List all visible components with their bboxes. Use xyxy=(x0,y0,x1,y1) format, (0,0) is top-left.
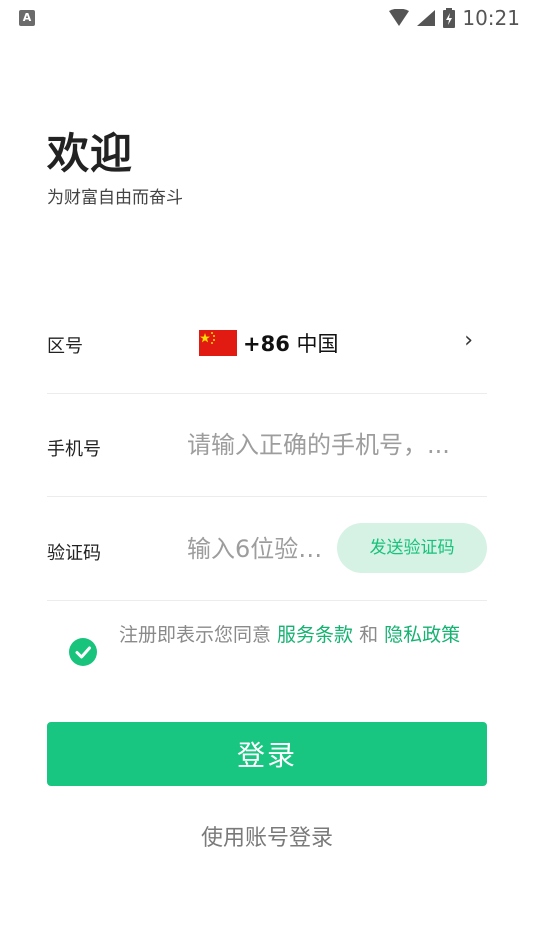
agreement-and: 和 xyxy=(353,624,385,646)
region-selector[interactable]: 区号 +86 中国 › xyxy=(47,290,487,394)
agreement-prefix: 注册即表示您同意 xyxy=(119,624,278,646)
send-code-button[interactable]: 发送验证码 xyxy=(337,523,487,573)
status-time: 10:21 xyxy=(462,6,520,30)
page-subtitle: 为财富自由而奋斗 xyxy=(47,188,183,208)
verify-code-input[interactable] xyxy=(187,525,333,573)
wifi-icon xyxy=(389,9,410,26)
signal-icon xyxy=(417,10,436,26)
agreement-text: 注册即表示您同意 服务条款 和 隐私政策 xyxy=(119,620,479,651)
region-code: +86 xyxy=(243,332,290,356)
agree-checkbox[interactable] xyxy=(69,638,97,666)
region-value: +86 中国 xyxy=(243,328,339,358)
login-button[interactable]: 登录 xyxy=(47,722,487,786)
china-flag-icon xyxy=(199,330,237,356)
phone-label: 手机号 xyxy=(47,439,101,460)
terms-link[interactable]: 服务条款 xyxy=(277,624,353,646)
login-screen: A 10:21 欢迎 为财富自由而奋斗 区号 +86 中国 › 手机号 请输入正… xyxy=(0,0,534,950)
region-label: 区号 xyxy=(47,336,83,357)
status-right: 10:21 xyxy=(388,6,520,30)
region-country: 中国 xyxy=(296,332,339,356)
phone-input[interactable] xyxy=(187,421,483,469)
privacy-link[interactable]: 隐私政策 xyxy=(384,624,460,646)
verify-row: 验证码 发送验证码 xyxy=(47,497,487,601)
battery-icon xyxy=(443,8,456,28)
verify-label: 验证码 xyxy=(47,543,101,564)
chevron-right-icon: › xyxy=(464,328,473,353)
status-bar: A 10:21 xyxy=(0,0,534,36)
page-title: 欢迎 xyxy=(47,129,134,178)
status-indicator-icon: A xyxy=(19,10,35,26)
phone-row: 手机号 xyxy=(47,393,487,497)
account-login-link[interactable]: 使用账号登录 xyxy=(0,820,534,852)
check-icon xyxy=(75,646,91,659)
